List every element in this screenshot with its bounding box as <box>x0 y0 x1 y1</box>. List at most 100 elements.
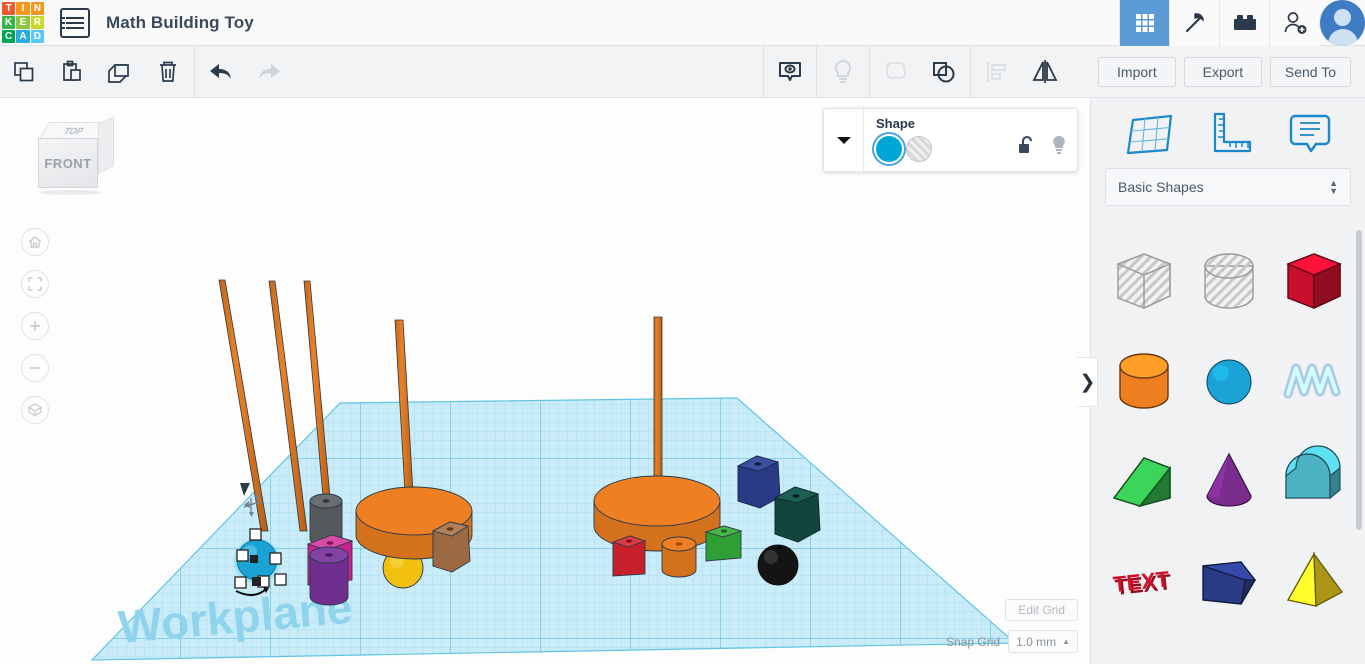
tab-blocks[interactable] <box>1219 0 1269 46</box>
view-cube-front[interactable]: FRONT <box>38 138 98 188</box>
top-bar: TINKERCAD Math Building Toy <box>0 0 1365 46</box>
shape-cone[interactable] <box>1186 432 1271 532</box>
redo-arrow-icon <box>259 63 280 79</box>
export-button[interactable]: Export <box>1183 56 1262 87</box>
toolbar-history-group <box>197 46 293 98</box>
orange-disc-right[interactable] <box>593 475 721 552</box>
red-box[interactable] <box>611 535 647 577</box>
home-view-button[interactable] <box>21 228 49 256</box>
shape-round-roof[interactable] <box>1271 432 1356 532</box>
lego-brick-icon <box>1233 14 1256 30</box>
align-button[interactable] <box>973 46 1021 98</box>
snap-grid-select[interactable]: 1.0 mm ▲ <box>1008 630 1078 653</box>
logo-tile-n-2: N <box>30 1 44 15</box>
shape-sphere[interactable] <box>1186 332 1271 432</box>
sidebar-scrollbar[interactable] <box>1356 230 1362 530</box>
chevron-down-icon <box>836 137 851 144</box>
solid-color-swatch[interactable] <box>876 136 902 162</box>
paste-button[interactable] <box>48 46 96 98</box>
edit-grid-button[interactable]: Edit Grid <box>1005 599 1078 621</box>
purple-cylinder[interactable] <box>309 546 349 606</box>
shape-category-select[interactable]: Basic Shapes ▲ ▼ <box>1105 168 1351 206</box>
sidebar-tools <box>1091 98 1365 168</box>
hole-swatch[interactable] <box>906 136 932 162</box>
orange-cylinder[interactable] <box>661 536 697 578</box>
ruler-icon <box>1213 112 1252 153</box>
caret-up-icon: ▲ <box>1062 637 1070 646</box>
toolbar-divider <box>869 45 870 98</box>
copy-icon <box>14 61 34 81</box>
undo-button[interactable] <box>197 46 245 98</box>
lightbulb-icon[interactable] <box>1051 135 1067 160</box>
shape-panel-icons <box>1018 135 1067 160</box>
shape-partial-navy[interactable] <box>1186 632 1271 664</box>
user-avatar[interactable] <box>1319 0 1365 46</box>
black-sphere[interactable] <box>757 544 799 586</box>
align-icon <box>987 61 1006 82</box>
send-to-button[interactable]: Send To <box>1269 56 1351 87</box>
navy-hexagon[interactable] <box>736 455 781 509</box>
rod-5[interactable] <box>653 316 663 504</box>
shape-cylinder-hole[interactable] <box>1186 232 1271 332</box>
logo-tile-a-7: A <box>16 30 30 44</box>
teal-hexagon[interactable] <box>773 486 821 543</box>
logo-tile-t-0: T <box>2 1 16 15</box>
brown-hexagon[interactable] <box>431 521 471 573</box>
sidebar-collapse-chevron[interactable]: ❯ <box>1078 357 1098 407</box>
shape-roof-thumb <box>1112 457 1171 508</box>
shapes-grid[interactable]: TEXT TEXT <box>1091 228 1365 664</box>
fit-to-view-button[interactable] <box>21 270 49 298</box>
tab-add-user[interactable] <box>1269 0 1319 46</box>
logo-tile-c-6: C <box>2 30 16 44</box>
redo-button[interactable] <box>245 46 293 98</box>
delete-button[interactable] <box>144 46 192 98</box>
note-tool[interactable] <box>1287 110 1333 156</box>
ungroup-button[interactable] <box>920 46 968 98</box>
shape-cylinder-hole-thumb <box>1203 253 1254 309</box>
duplicate-button[interactable] <box>96 46 144 98</box>
shape-scribble[interactable] <box>1271 332 1356 432</box>
shape-box-thumb <box>1285 253 1342 310</box>
ortho-perspective-button[interactable] <box>21 396 49 424</box>
view-cube-side[interactable] <box>98 116 114 174</box>
workplane-grid-icon <box>1126 114 1172 155</box>
green-box[interactable] <box>704 525 743 562</box>
ungroup-shapes-icon <box>933 61 955 82</box>
tab-designs[interactable] <box>1119 0 1169 46</box>
ruler-tool[interactable] <box>1208 110 1256 156</box>
snap-grid-value: 1.0 mm <box>1016 634 1057 649</box>
shape-panel-title: Shape <box>876 116 916 131</box>
top-tabs <box>1119 0 1319 46</box>
shape-partial-white[interactable] <box>1271 632 1356 664</box>
document-menu-icon[interactable] <box>60 7 90 38</box>
group-button[interactable] <box>872 46 920 98</box>
zoom-out-button[interactable] <box>21 354 49 382</box>
tinkercad-logo[interactable]: TINKERCAD <box>0 0 46 46</box>
mirror-button[interactable] <box>1021 46 1069 98</box>
show-hide-button[interactable] <box>766 46 814 98</box>
shape-pyramid[interactable] <box>1271 532 1356 632</box>
shape-text-thumb: TEXTTEXT <box>1111 566 1172 600</box>
shape-cylinder[interactable] <box>1101 332 1186 432</box>
import-button[interactable]: Import <box>1097 56 1176 87</box>
tinkercad-app: TINKERCAD Math Building Toy Import Expor… <box>0 0 1365 664</box>
copy-button[interactable] <box>0 46 48 98</box>
shape-text[interactable]: TEXT TEXT <box>1101 532 1186 632</box>
shape-box[interactable] <box>1271 232 1356 332</box>
tab-tinker[interactable] <box>1169 0 1219 46</box>
workplane-tool[interactable] <box>1123 110 1177 156</box>
shape-sphere-thumb <box>1206 359 1251 405</box>
shape-polygon[interactable] <box>1186 532 1271 632</box>
zoom-in-button[interactable] <box>21 312 49 340</box>
shape-roof[interactable] <box>1101 432 1186 532</box>
unlocked-padlock-icon[interactable] <box>1018 135 1035 160</box>
shape-partial-pink[interactable] <box>1101 632 1186 664</box>
3d-canvas[interactable]: Workplane TOP FRONT Edit Grid Snap Grid … <box>0 98 1090 664</box>
grid-squares-icon <box>1135 13 1154 32</box>
duplicate-icon <box>108 63 129 83</box>
workplane-scene[interactable]: Workplane <box>0 98 1090 664</box>
snap-grid-control: Snap Grid 1.0 mm ▲ <box>946 630 1078 653</box>
shape-box-hole[interactable] <box>1101 232 1186 332</box>
light-button[interactable] <box>819 46 867 98</box>
shape-panel-collapse-button[interactable] <box>824 109 864 171</box>
